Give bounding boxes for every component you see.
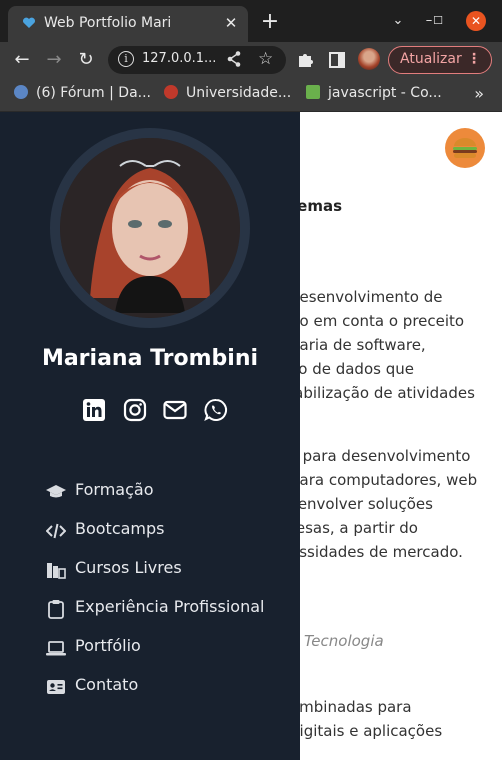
nav-label: Cursos Livres [75,558,182,577]
sidebar-nav: Formação Bootcamps Cursos Livres Experiê… [46,480,286,714]
nav-label: Formação [75,480,154,499]
maximize-icon[interactable]: ☐ [430,13,446,29]
browser-tab-bar: Web Portfolio Mari ✕ + ⌄ – ☐ ✕ [0,0,502,42]
url-text[interactable]: 127.0.0.1... [142,51,216,66]
hamburger-menu-button[interactable] [445,128,485,168]
window-close-icon[interactable]: ✕ [466,11,486,31]
update-button[interactable]: Atualizar ⋮ [388,46,492,74]
content-line: digitais e aplicações [290,722,443,740]
books-icon [47,563,66,579]
nav-label: Bootcamps [75,519,165,538]
code-icon [46,523,66,539]
nav-item-contato[interactable]: Contato [46,675,286,714]
bookmark-label: Universidade... [186,85,292,101]
nav-item-formacao[interactable]: Formação [46,480,286,519]
share-icon[interactable] [226,50,242,68]
nav-item-experiencia[interactable]: Experiência Profissional [46,597,286,636]
bookmark-label: (6) Fórum | Da... [36,85,151,101]
profile-photo-frame [50,128,250,328]
email-icon[interactable] [163,398,187,422]
extensions-puzzle-icon[interactable] [296,50,316,70]
nav-label: Experiência Profissional [75,597,265,616]
tab-close-icon[interactable]: ✕ [222,14,240,32]
bookmark-star-icon[interactable]: ☆ [258,49,273,69]
content-line: s para desenvolvimento [290,447,471,465]
content-line: para computadores, web [290,471,478,489]
update-label: Atualizar [400,51,462,67]
side-panel-icon[interactable] [328,51,346,69]
nav-item-bootcamps[interactable]: Bootcamps [46,519,286,558]
profile-name: Mariana Trombini [41,346,259,371]
page-viewport: temas desenvolvimento de do em conta o p… [0,112,502,760]
laptop-icon [46,641,66,656]
bookmarks-bar: (6) Fórum | Da... Universidade... javasc… [0,78,502,112]
bookmark-item[interactable]: javascript - Co... [306,85,442,105]
browser-tab[interactable]: Web Portfolio Mari ✕ [8,6,248,42]
nav-item-portfolio[interactable]: Portfólio [46,636,286,675]
clipboard-icon [48,600,64,619]
content-line: essidades de mercado. [290,543,463,561]
burger-icon [453,138,477,158]
content-line: haria de software, [290,336,426,354]
nav-label: Portfólio [75,636,141,655]
content-line: senvolver soluções [290,495,433,513]
content-line: desenvolvimento de [290,288,443,306]
tab-title: Web Portfolio Mari [44,15,172,31]
browser-toolbar: ← → ↻ i 127.0.0.1... ☆ Atualizar ⋮ [0,42,502,78]
info-icon[interactable]: i [118,51,134,67]
new-tab-icon[interactable]: + [260,11,280,33]
nav-label: Contato [75,675,139,694]
chevron-down-icon[interactable]: ⌄ [390,13,406,29]
social-links [82,398,232,424]
bookmark-label: javascript - Co... [328,85,442,101]
content-line: e Tecnologia [290,632,384,650]
menu-dots-icon: ⋮ [467,51,481,67]
heart-favicon-icon [22,17,36,28]
content-line: iabilização de atividades [290,384,475,402]
stackoverflow-favicon-icon [306,85,320,99]
bookmarks-overflow-icon[interactable]: » [474,84,484,103]
university-favicon-icon [164,85,178,99]
nav-item-cursos-livres[interactable]: Cursos Livres [46,558,286,597]
linkedin-icon[interactable] [82,398,106,422]
profile-avatar[interactable] [358,48,380,70]
whatsapp-icon[interactable] [204,398,228,422]
address-bar[interactable]: i 127.0.0.1... ☆ [108,46,286,74]
content-line: ombinadas para [290,698,412,716]
back-arrow-icon[interactable]: ← [12,50,32,70]
bookmark-item[interactable]: Universidade... [164,85,291,105]
content-line: do em conta o preceito [290,312,465,330]
instagram-icon[interactable] [123,398,147,422]
bookmark-item[interactable]: (6) Fórum | Da... [14,85,151,105]
content-line: resas, a partir do [290,519,418,537]
forward-arrow-icon[interactable]: → [44,50,64,70]
sidebar: Mariana Trombini Formação Bootcamps Curs… [0,112,300,760]
reload-icon[interactable]: ↻ [76,50,96,70]
contact-card-icon [47,680,65,694]
forum-favicon-icon [14,85,28,99]
content-line: co de dados que [290,360,414,378]
graduation-cap-icon [46,485,66,498]
profile-photo [60,138,240,318]
